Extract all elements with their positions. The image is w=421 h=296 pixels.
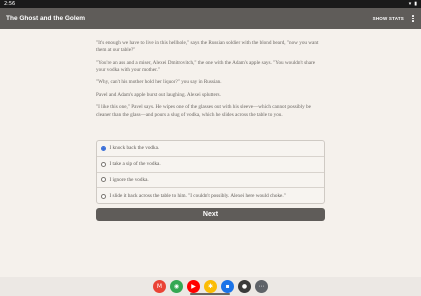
story-paragraph: "You're an ass and a miser, Alexei Dmitr… <box>96 59 316 73</box>
choice-label: I take a sip of the vodka. <box>109 161 161 168</box>
story-paragraph: "It's enough we have to live in this hel… <box>96 40 319 54</box>
app-drawer-icon[interactable]: ⋯ <box>255 280 268 293</box>
choice-list: I knock back the vodka. I take a sip of … <box>96 140 325 204</box>
show-stats-button[interactable]: SHOW STATS <box>373 16 404 21</box>
choice-label: I ignore the vodka. <box>109 176 149 183</box>
app-icon[interactable]: ● <box>238 280 251 293</box>
battery-icon: ▮ <box>414 1 417 7</box>
status-time: 2:56 <box>4 1 16 7</box>
next-button[interactable]: Next <box>96 208 325 221</box>
choice-label: I knock back the vodka. <box>109 145 160 152</box>
app-actions: SHOW STATS <box>373 15 415 22</box>
story-paragraph: Pavel and Adam's apple burst out laughin… <box>96 91 221 98</box>
app-title: The Ghost and the Golem <box>6 15 86 22</box>
gmail-icon[interactable]: M <box>153 280 166 293</box>
story-text: "It's enough we have to live in this hel… <box>96 40 325 124</box>
status-icons: ▾ ▮ <box>409 0 417 8</box>
app-bar: The Ghost and the Golem SHOW STATS <box>0 8 421 29</box>
radio-icon[interactable] <box>101 193 106 199</box>
chrome-icon[interactable]: ◉ <box>170 280 183 293</box>
youtube-icon[interactable]: ▶ <box>187 280 200 293</box>
story-paragraph: "Why, can't his mother hold her liquor?"… <box>96 79 222 86</box>
choice-label: I slide it back across the table to him.… <box>109 193 286 200</box>
choice-option[interactable]: I knock back the vodka. <box>97 141 324 157</box>
radio-selected-icon[interactable] <box>101 145 106 151</box>
messages-icon[interactable]: ▪ <box>221 280 234 293</box>
photos-icon[interactable]: ✱ <box>204 280 217 293</box>
status-bar: 2:56 ▾ ▮ <box>0 0 421 8</box>
radio-icon[interactable] <box>101 177 106 183</box>
choice-option[interactable]: I take a sip of the vodka. <box>97 157 324 173</box>
choice-option[interactable]: I ignore the vodka. <box>97 173 324 189</box>
radio-icon[interactable] <box>101 161 106 167</box>
story-paragraph: "I like this one," Pavel says. He wipes … <box>96 104 311 118</box>
choice-option[interactable]: I slide it back across the table to him.… <box>97 188 324 204</box>
more-vert-icon[interactable] <box>411 15 415 22</box>
wifi-icon: ▾ <box>408 1 412 7</box>
home-indicator[interactable] <box>190 293 230 295</box>
